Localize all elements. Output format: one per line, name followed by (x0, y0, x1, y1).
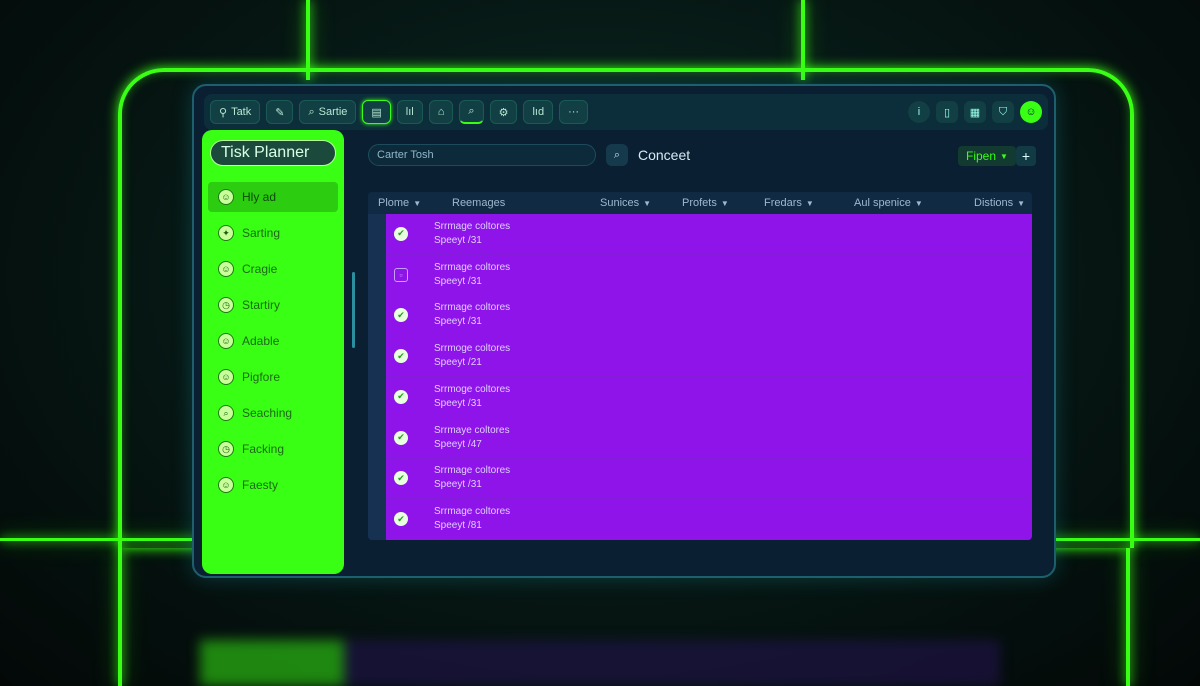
calendar-icon: ▦ (969, 106, 981, 119)
table-row[interactable]: ✔ Srrmage coltores Speeyt /31 (386, 214, 1032, 255)
pending-icon[interactable]: ▫ (394, 267, 408, 282)
main-panel: ⌕ Conceet Fipen▼ + Plome▼ Reemages Sunic… (352, 130, 1048, 570)
magnifier-button[interactable]: ⌕ (459, 100, 484, 124)
info-icon: i (917, 106, 921, 118)
search-icon: ⌕ (613, 148, 621, 161)
book-button[interactable]: ▯ (936, 101, 958, 123)
check-icon[interactable]: ✔ (394, 349, 408, 364)
table-row[interactable]: ✔ Srrmoge coltores Speeyt /31 (386, 377, 1032, 418)
sidebar-item[interactable]: ⌕ Seaching (208, 398, 338, 428)
gear-button[interactable]: ⚙ (489, 100, 518, 124)
chevron-down-icon: ▼ (1017, 198, 1026, 208)
chart-button[interactable]: lıl (396, 100, 423, 124)
neon-pole (1126, 548, 1130, 686)
avatar-icon: ☺ (218, 189, 234, 205)
table-body: ✔ Srrmage coltores Speeyt /31 ▫ Srrmage col… (386, 214, 1032, 540)
search-input[interactable] (368, 144, 596, 166)
column-header[interactable]: Plome ▼ (368, 192, 442, 214)
avatar-icon: ☺ (218, 369, 234, 385)
search-icon: ⌕ (308, 105, 315, 118)
app-window: ⚲ Tatk ✎ ⌕ Sartie ▤ lıl ⌂ ⌕ ⚙ lıd ··· i ▯ … (192, 84, 1056, 578)
shield-button[interactable]: ⛉ (992, 101, 1014, 123)
table-row[interactable]: ✔ Srrmaye coltores Speeyt /47 (386, 418, 1032, 459)
chevron-down-icon: ▼ (413, 198, 422, 208)
info-button[interactable]: i (908, 101, 930, 123)
table-row[interactable]: ▫ Srrmage coltores Speeyt /31 (386, 255, 1032, 296)
sidebar-item[interactable]: ◷ Startiry (208, 290, 338, 320)
book-icon: ▯ (943, 106, 951, 119)
calendar-button[interactable]: ▦ (964, 101, 986, 123)
search-icon: ⌕ (218, 405, 234, 421)
pen-button[interactable]: ✎ (266, 100, 294, 124)
table-row[interactable]: ✔ Srrmoge coltores Speeyt /21 (386, 336, 1032, 377)
plus-icon: + (1021, 148, 1031, 164)
more-button[interactable]: ··· (559, 100, 589, 124)
column-header[interactable]: Profets ▼ (660, 192, 740, 214)
column-header[interactable]: Reemages (442, 192, 578, 214)
document-icon: ▤ (371, 106, 382, 119)
magnifier-icon: ⌕ (468, 105, 475, 117)
clock-icon: ◷ (218, 441, 234, 457)
avatar-icon: ☺ (218, 333, 234, 349)
table-header: Plome ▼ Reemages Sunices ▼ Profets ▼ Fredar… (368, 192, 1032, 214)
column-header[interactable]: Sunices ▼ (578, 192, 660, 214)
search-row: ⌕ Conceet (368, 144, 690, 166)
check-icon[interactable]: ✔ (394, 226, 408, 241)
task-table: Plome ▼ Reemages Sunices ▼ Profets ▼ Fredar… (368, 192, 1032, 540)
sidebar-item[interactable]: ☺ Pigfore (208, 362, 338, 392)
neon-pole (118, 548, 122, 686)
sidebar-item[interactable]: ☺ Hly ad (208, 182, 338, 212)
toolbar: ⚲ Tatk ✎ ⌕ Sartie ▤ lıl ⌂ ⌕ ⚙ lıd ··· i ▯ … (204, 94, 1048, 130)
column-header[interactable]: Aul spenice ▼ (824, 192, 944, 214)
check-icon[interactable]: ✔ (394, 389, 408, 404)
shield-icon: ⛉ (998, 105, 1008, 118)
check-icon[interactable]: ✔ (394, 430, 408, 445)
clock-icon: ◷ (218, 297, 234, 313)
sidebar-item[interactable]: ☺ Faesty (208, 470, 338, 500)
table-row[interactable]: ✔ Srrmage coltores Speeyt /81 (386, 499, 1032, 540)
bulb-icon: ✦ (218, 225, 234, 241)
check-icon[interactable]: ✔ (394, 471, 408, 486)
chevron-down-icon: ▼ (643, 198, 652, 208)
filter-dropdown[interactable]: Fipen ▼ (958, 146, 1016, 166)
table-row[interactable]: ✔ Srrmage coltores Speeyt /31 (386, 459, 1032, 500)
sidebar-item[interactable]: ☺ Adable (208, 326, 338, 356)
row-gutter (368, 214, 386, 540)
add-button[interactable]: + (1016, 146, 1036, 166)
sidebar: Tisk Planner ☺ Hly ad ✦ Sarting ☺ Cragie ◷ S… (202, 130, 344, 574)
tag-button[interactable]: ⚲ Tatk (210, 100, 261, 124)
user-avatar-icon: ☺ (1025, 106, 1037, 118)
search-label: Conceet (638, 147, 691, 163)
sidebar-title: Tisk Planner (210, 140, 336, 166)
home-button[interactable]: ⌂ (428, 100, 454, 124)
sidebar-item[interactable]: ◷ Facking (208, 434, 338, 464)
sidebar-item[interactable]: ✦ Sarting (208, 218, 338, 248)
sidebar-item[interactable]: ☺ Cragie (208, 254, 338, 284)
column-header[interactable]: Distions ▼ (944, 192, 1032, 214)
search-submit-button[interactable]: ⌕ (606, 144, 628, 166)
search-button[interactable]: ⌕ Sartie (299, 100, 357, 124)
chevron-down-icon: ▼ (805, 198, 814, 208)
chevron-down-icon: ▼ (914, 198, 923, 208)
gear-icon: ⚙ (498, 106, 509, 119)
grid-button[interactable]: lıd (523, 100, 554, 124)
document-button[interactable]: ▤ (362, 100, 391, 124)
chevron-down-icon: ▼ (720, 198, 729, 208)
tag-icon: ⚲ (219, 106, 228, 119)
check-icon[interactable]: ✔ (394, 308, 408, 323)
floor-reflection (200, 640, 1000, 686)
home-icon: ⌂ (437, 106, 445, 118)
avatar-icon: ☺ (218, 261, 234, 277)
avatar-icon: ☺ (218, 477, 234, 493)
check-icon[interactable]: ✔ (394, 512, 408, 527)
chevron-down-icon: ▼ (1000, 151, 1008, 161)
pen-icon: ✎ (275, 106, 285, 119)
column-header[interactable]: Fredars ▼ (740, 192, 824, 214)
user-avatar-button[interactable]: ☺ (1020, 101, 1042, 123)
table-row[interactable]: ✔ Srrmage coltores Speeyt /31 (386, 296, 1032, 337)
